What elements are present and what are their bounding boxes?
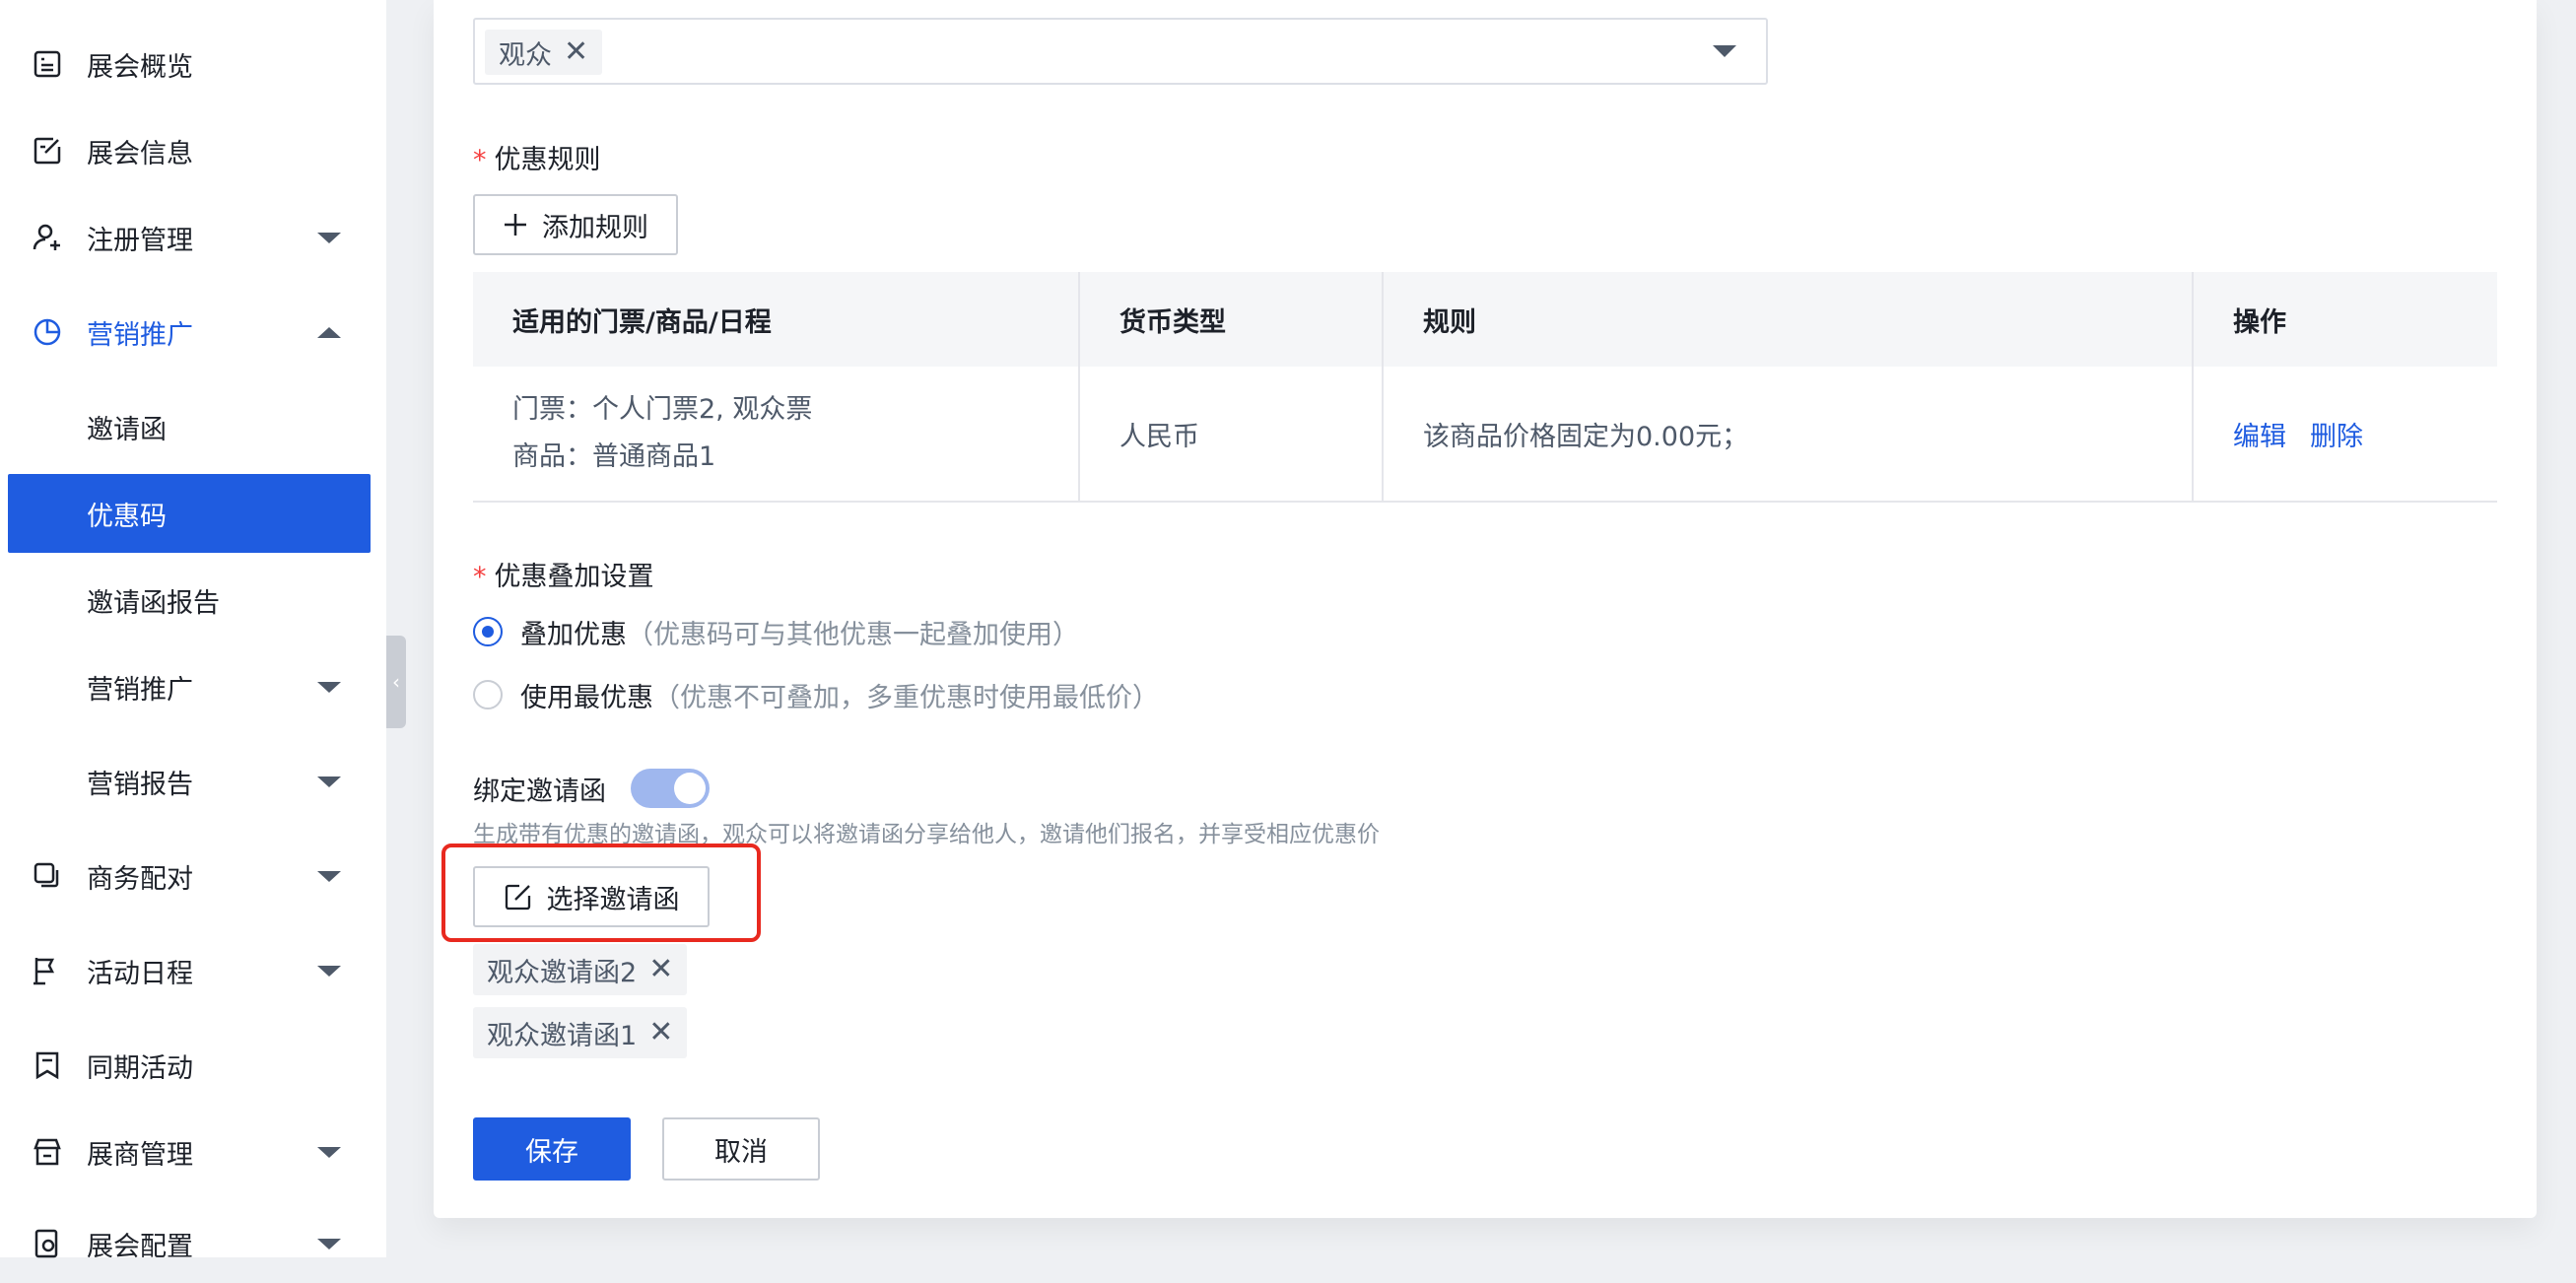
sidebar-item-marketing[interactable]: 营销推广 xyxy=(0,293,386,371)
sidebar-item-label: 展会信息 xyxy=(87,138,193,169)
sidebar-item-label: 营销推广 xyxy=(87,319,193,351)
chevron-down-icon xyxy=(317,232,341,243)
stacking-option-best[interactable]: 使用最优惠 （优惠不可叠加，多重优惠时使用最低价） xyxy=(473,678,1159,713)
column-header: 操作 xyxy=(2233,306,2286,338)
sidebar-item-label: 活动日程 xyxy=(87,958,193,989)
sidebar-item-label: 商务配对 xyxy=(87,863,193,895)
sidebar-collapse-button[interactable]: ‹ xyxy=(386,636,406,728)
option-label: 叠加优惠 xyxy=(520,619,627,650)
actions-cell: 编辑 删除 xyxy=(2194,367,2497,501)
highlight-box xyxy=(441,844,761,942)
sidebar-item-schedule[interactable]: 活动日程 xyxy=(0,931,386,1010)
applicable-goods: 商品：普通商品1 xyxy=(512,441,716,472)
dashboard-icon xyxy=(30,46,65,82)
sidebar-item-discount-code[interactable]: 优惠码 xyxy=(8,474,371,553)
chevron-down-icon[interactable] xyxy=(1713,45,1736,57)
flag-icon xyxy=(30,953,65,988)
radio-unselected[interactable] xyxy=(473,680,503,709)
column-header: 规则 xyxy=(1384,272,2194,367)
bookmark-icon xyxy=(30,1047,65,1083)
main-card xyxy=(434,0,2537,1218)
invitation-tag: 观众邀请函2 ✕ xyxy=(473,944,688,995)
currency-cell: 人民币 xyxy=(1080,367,1384,501)
plus-icon xyxy=(503,212,528,237)
discount-rules-label: * 优惠规则 xyxy=(473,145,601,175)
sidebar-item-label: 营销推广 xyxy=(87,674,193,706)
sidebar: 展会概览 展会信息 注册管理 营销推广 邀请函 优惠码 邀请函报告 营销推广 营… xyxy=(0,0,386,1262)
sidebar-item-business-matching[interactable]: 商务配对 xyxy=(0,837,386,915)
invitation-tag-label: 观众邀请函1 xyxy=(487,1020,638,1051)
stacking-label: * 优惠叠加设置 xyxy=(473,562,654,592)
edit-doc-icon xyxy=(30,133,65,169)
sidebar-item-label: 同期活动 xyxy=(87,1052,193,1084)
sidebar-item-marketing-report[interactable]: 营销报告 xyxy=(0,742,386,821)
sidebar-item-label: 邀请函报告 xyxy=(87,587,220,619)
column-header: 货币类型 xyxy=(1080,272,1384,367)
pie-chart-icon xyxy=(30,314,65,350)
sidebar-item-invitation[interactable]: 邀请函 xyxy=(0,387,386,466)
store-icon xyxy=(30,1134,65,1170)
chevron-up-icon xyxy=(317,326,341,338)
audience-tag-label: 观众 xyxy=(499,39,552,71)
settings-doc-icon xyxy=(30,1226,65,1261)
column-header: 适用的门票/商品/日程 xyxy=(473,272,1080,367)
close-icon[interactable]: ✕ xyxy=(648,955,673,984)
stacking-option-stack[interactable]: 叠加优惠 （优惠码可与其他优惠一起叠加使用） xyxy=(473,615,1079,650)
sidebar-item-label: 展商管理 xyxy=(87,1139,193,1171)
sidebar-item-label: 注册管理 xyxy=(87,225,193,256)
sidebar-item-label: 优惠码 xyxy=(87,501,167,532)
invitation-tag-label: 观众邀请函2 xyxy=(487,957,638,988)
sidebar-item-registration[interactable]: 注册管理 xyxy=(0,198,386,277)
applicable-cell: 门票：个人门票2, 观众票 商品：普通商品1 xyxy=(473,367,1080,501)
sidebar-item-label: 营销报告 xyxy=(87,769,193,800)
table-row: 门票：个人门票2, 观众票 商品：普通商品1 人民币 该商品价格固定为0.00元… xyxy=(473,367,2497,503)
sidebar-item-invitation-report[interactable]: 邀请函报告 xyxy=(0,561,386,640)
chevron-down-icon xyxy=(317,1238,341,1249)
close-icon[interactable]: ✕ xyxy=(564,37,588,67)
sidebar-item-overview[interactable]: 展会概览 xyxy=(0,25,386,103)
sidebar-item-expo-config[interactable]: 展会配置 xyxy=(0,1204,386,1283)
option-hint: （优惠码可与其他优惠一起叠加使用） xyxy=(627,619,1079,650)
applicable-tickets: 门票：个人门票2, 观众票 xyxy=(512,394,813,425)
invitation-tag: 观众邀请函1 ✕ xyxy=(473,1007,688,1058)
option-label: 使用最优惠 xyxy=(520,682,653,713)
chevron-down-icon xyxy=(317,1146,341,1158)
edit-link[interactable]: 编辑 xyxy=(2233,415,2286,453)
audience-select[interactable]: 观众 ✕ xyxy=(473,18,1768,85)
chevron-down-icon xyxy=(317,965,341,977)
add-rule-button[interactable]: 添加规则 xyxy=(473,194,678,255)
delete-link[interactable]: 删除 xyxy=(2310,415,2363,453)
required-mark: * xyxy=(473,562,487,592)
sidebar-item-marketing-sub[interactable]: 营销推广 xyxy=(0,647,386,726)
sidebar-item-concurrent-events[interactable]: 同期活动 xyxy=(0,1026,386,1105)
user-add-icon xyxy=(30,220,65,255)
table-header: 适用的门票/商品/日程 货币类型 规则 操作 xyxy=(473,272,2497,367)
sidebar-item-label: 展会概览 xyxy=(87,51,193,83)
cancel-button[interactable]: 取消 xyxy=(662,1117,820,1181)
required-mark: * xyxy=(473,145,487,175)
option-hint: （优惠不可叠加，多重优惠时使用最低价） xyxy=(653,682,1159,713)
rule-cell: 该商品价格固定为0.00元； xyxy=(1384,367,2194,501)
chevron-down-icon xyxy=(317,776,341,787)
chevron-left-icon: ‹ xyxy=(392,670,400,694)
audience-tag: 观众 ✕ xyxy=(485,30,603,75)
sidebar-item-label: 邀请函 xyxy=(87,414,167,445)
chevron-down-icon xyxy=(317,681,341,693)
sidebar-item-exhibitor[interactable]: 展商管理 xyxy=(0,1113,386,1191)
save-button[interactable]: 保存 xyxy=(473,1117,631,1181)
close-icon[interactable]: ✕ xyxy=(648,1018,673,1047)
radio-selected[interactable] xyxy=(473,617,503,646)
sidebar-item-expo-info[interactable]: 展会信息 xyxy=(0,111,386,190)
bind-invitation-toggle[interactable] xyxy=(631,769,710,808)
chevron-down-icon xyxy=(317,870,341,882)
bind-invitation-label: 绑定邀请函 xyxy=(473,777,606,807)
copy-icon xyxy=(30,858,65,894)
